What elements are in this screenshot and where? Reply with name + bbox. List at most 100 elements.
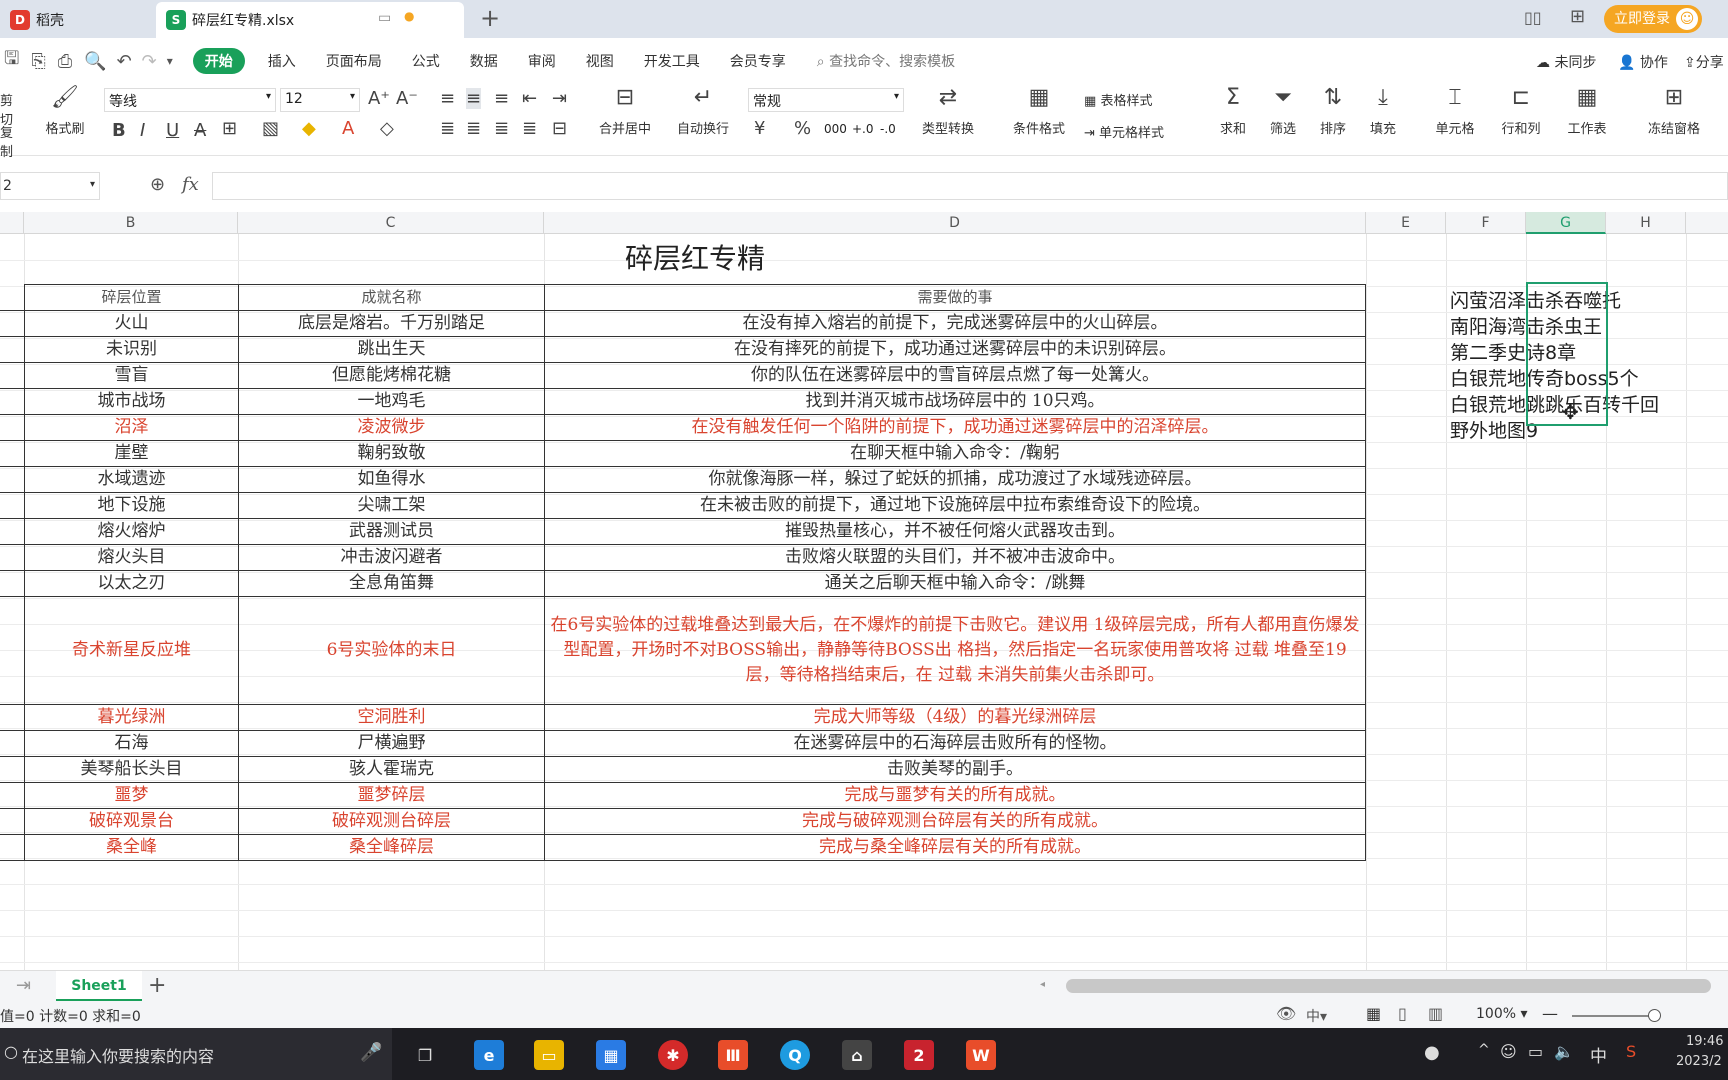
app-controller-icon[interactable]: ⌂ <box>842 1040 872 1070</box>
number-format-select[interactable]: 常规 ▾ <box>748 88 904 112</box>
indent-decrease-icon[interactable]: ⇤ <box>522 88 537 109</box>
tab-docer[interactable]: D 稻壳 <box>0 2 152 38</box>
add-sheet-icon[interactable]: + <box>148 973 166 998</box>
fx-icon[interactable]: fx <box>182 174 199 195</box>
volume-icon[interactable]: 🔈 <box>1554 1042 1574 1061</box>
font-name-select[interactable]: 等线 ▾ <box>104 88 276 112</box>
zoom-slider-handle[interactable] <box>1648 1009 1661 1022</box>
collab-button[interactable]: 👤 协作 <box>1618 52 1668 72</box>
menu-data[interactable]: 数据 <box>470 51 498 71</box>
table-header-cell[interactable]: 成就名称 <box>238 284 544 311</box>
print-preview-icon[interactable]: 🔍 <box>84 51 106 72</box>
table-cell[interactable]: 完成与破碎观测台碎层有关的所有成就。 <box>544 809 1366 835</box>
last-sheet-icon[interactable]: ⇥ <box>16 975 31 996</box>
table-cell[interactable]: 在迷雾碎层中的石海碎层击败所有的怪物。 <box>544 731 1366 757</box>
microphone-icon[interactable]: 🎤 <box>360 1042 382 1063</box>
quick-access-chevron-icon[interactable]: ▾ <box>167 54 173 68</box>
taskbar-search[interactable]: ○ 在这里输入你要搜索的内容 🎤 <box>0 1028 392 1080</box>
app-orange-icon[interactable]: Ⅲ <box>718 1040 748 1070</box>
merge-center-button[interactable]: ⊟ 合并居中 <box>590 86 660 138</box>
align-right-icon[interactable]: ≣ <box>494 118 509 139</box>
wps-icon[interactable]: W <box>966 1040 996 1070</box>
column-header-e[interactable]: E <box>1366 212 1446 234</box>
table-cell[interactable]: 熔火头目 <box>24 545 238 571</box>
table-cell[interactable]: 崖壁 <box>24 441 238 467</box>
table-index-cell[interactable] <box>0 467 24 493</box>
table-cell[interactable]: 在没有触发任何一个陷阱的前提下，成功通过迷雾碎层中的沼泽碎层。 <box>544 415 1366 441</box>
table-cell[interactable]: 一地鸡毛 <box>238 389 544 415</box>
table-index-cell[interactable] <box>0 284 24 311</box>
table-style-button[interactable]: ▦ 表格样式 <box>1084 90 1188 109</box>
edge-icon[interactable]: e <box>474 1040 504 1070</box>
normal-view-icon[interactable]: ▦ <box>1366 1004 1381 1023</box>
table-cell[interactable]: 在聊天框中输入命令：/鞠躬 <box>544 441 1366 467</box>
sheet-tab-sheet1[interactable]: Sheet1 <box>56 971 142 1001</box>
table-cell[interactable]: 击败熔火联盟的头目们，并不被冲击波命中。 <box>544 545 1366 571</box>
table-cell[interactable]: 摧毁热量核心，并不被任何熔火武器攻击到。 <box>544 519 1366 545</box>
apps-grid-icon[interactable]: ⊞ <box>1570 6 1585 27</box>
table-cell[interactable]: 暮光绿洲 <box>24 705 238 731</box>
zoom-level[interactable]: 100% ▾ <box>1476 1006 1528 1022</box>
menu-formula[interactable]: 公式 <box>412 51 440 71</box>
table-index-cell[interactable] <box>0 731 24 757</box>
ime-indicator[interactable]: 中 <box>1590 1042 1607 1067</box>
table-cell[interactable]: 城市战场 <box>24 389 238 415</box>
align-middle-icon[interactable]: ≡ <box>466 88 482 109</box>
redo-icon[interactable]: ↷ <box>142 51 157 72</box>
save-icon[interactable]: 🖫 <box>4 46 19 76</box>
column-header-g[interactable]: G <box>1526 212 1606 234</box>
column-header-b[interactable]: B <box>24 212 238 234</box>
table-index-cell[interactable] <box>0 783 24 809</box>
table-index-cell[interactable] <box>0 571 24 597</box>
currency-icon[interactable]: ¥ <box>754 118 765 139</box>
table-cell[interactable]: 在6号实验体的过载堆叠达到最大后，在不爆炸的前提下击败它。建议用 1级碎层完成，… <box>544 597 1366 705</box>
tray-pet-icon[interactable]: ☺ <box>1500 1042 1517 1061</box>
bold-icon[interactable]: B <box>112 120 126 141</box>
align-bottom-icon[interactable]: ≡ <box>494 88 509 109</box>
zoom-formula-icon[interactable]: ⊕ <box>150 174 165 195</box>
table-index-cell[interactable] <box>0 835 24 861</box>
table-index-cell[interactable] <box>0 757 24 783</box>
store-icon[interactable]: ▦ <box>596 1040 626 1070</box>
column-header-i[interactable] <box>1686 212 1728 234</box>
font-shrink-icon[interactable]: A⁻ <box>396 88 418 109</box>
table-cell[interactable]: 空洞胜利 <box>238 705 544 731</box>
table-cell[interactable]: 在没有摔死的前提下，成功通过迷雾碎层中的未识别碎层。 <box>544 337 1366 363</box>
column-header-h[interactable]: H <box>1606 212 1686 234</box>
pattern-fill-icon[interactable]: ▧ <box>262 118 279 139</box>
italic-icon[interactable]: I <box>140 120 145 141</box>
align-top-icon[interactable]: ≡ <box>440 88 455 109</box>
table-cell[interactable]: 完成大师等级（4级）的暮光绿洲碎层 <box>544 705 1366 731</box>
table-cell[interactable]: 但愿能烤棉花糖 <box>238 363 544 389</box>
sync-status[interactable]: ☁ 未同步 <box>1536 52 1596 72</box>
battery-icon[interactable]: ▭ <box>1528 1042 1543 1061</box>
sum-button[interactable]: Σ 求和 <box>1208 86 1258 138</box>
table-cell[interactable]: 地下设施 <box>24 493 238 519</box>
page-break-view-icon[interactable]: ▥ <box>1428 1004 1443 1023</box>
table-cell[interactable]: 桑全峰 <box>24 835 238 861</box>
table-index-cell[interactable] <box>0 389 24 415</box>
table-cell[interactable]: 通关之后聊天框中输入命令：/跳舞 <box>544 571 1366 597</box>
login-button[interactable]: 立即登录 ☺ <box>1604 5 1702 33</box>
table-index-cell[interactable] <box>0 337 24 363</box>
table-cell[interactable]: 沼泽 <box>24 415 238 441</box>
sort-button[interactable]: ⇅ 排序 <box>1308 86 1358 138</box>
decimal-increase-icon[interactable]: +.0 <box>852 122 874 136</box>
eye-protect-icon[interactable]: 👁 <box>1276 1004 1296 1023</box>
table-index-cell[interactable] <box>0 493 24 519</box>
table-cell[interactable]: 如鱼得水 <box>238 467 544 493</box>
strikethrough-icon[interactable]: A <box>194 120 206 141</box>
table-cell[interactable]: 噩梦 <box>24 783 238 809</box>
table-index-cell[interactable] <box>0 809 24 835</box>
table-index-cell[interactable] <box>0 519 24 545</box>
menu-insert[interactable]: 插入 <box>268 51 296 71</box>
horizontal-scrollbar[interactable] <box>1066 979 1711 993</box>
underline-icon[interactable]: U <box>166 120 179 141</box>
zoom-slider[interactable] <box>1572 1015 1656 1017</box>
search-command[interactable]: ⌕ 查找命令、搜索模板 <box>817 51 955 71</box>
table-cell[interactable]: 美琴船长头目 <box>24 757 238 783</box>
clear-format-icon[interactable]: ◇ <box>380 118 394 139</box>
table-cell[interactable]: 鞠躬致敬 <box>238 441 544 467</box>
row-col-button[interactable]: ⊏ 行和列 <box>1490 86 1552 138</box>
ime-icon[interactable]: 中▾ <box>1306 1006 1327 1026</box>
